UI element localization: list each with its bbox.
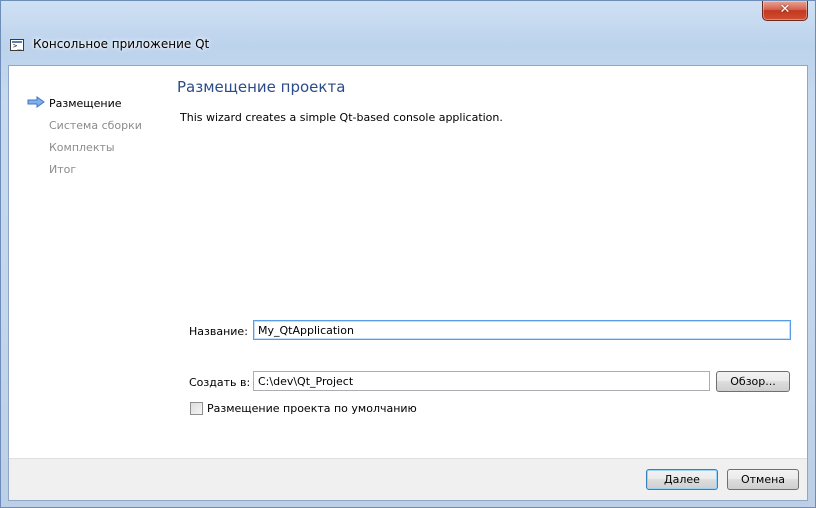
close-icon: ✕ <box>779 2 791 17</box>
page-description: This wizard creates a simple Qt-based co… <box>180 111 503 124</box>
step-location: Размещение <box>49 97 122 110</box>
wizard-steps: Размещение Система сборки Комплекты Итог <box>9 66 169 462</box>
name-input[interactable] <box>253 320 791 340</box>
next-button[interactable]: Далее <box>646 469 718 490</box>
step-build-system: Система сборки <box>49 119 142 132</box>
default-location-label[interactable]: Размещение проекта по умолчанию <box>207 402 417 415</box>
close-button[interactable]: ✕ <box>762 1 808 21</box>
window-title: Консольное приложение Qt <box>33 37 210 51</box>
title-bar[interactable]: >_ Консольное приложение Qt ✕ <box>1 1 815 65</box>
wizard-content: Размещение Система сборки Комплекты Итог… <box>8 65 808 501</box>
name-label: Название: <box>189 325 248 338</box>
cancel-button[interactable]: Отмена <box>727 469 799 490</box>
arrow-right-icon <box>27 96 45 108</box>
step-summary: Итог <box>49 163 77 176</box>
browse-button[interactable]: Обзор... <box>716 371 790 392</box>
step-kits: Комплекты <box>49 141 115 154</box>
default-location-checkbox[interactable] <box>190 402 203 415</box>
wizard-window: >_ Консольное приложение Qt ✕ Размещение… <box>0 0 816 508</box>
console-app-icon: >_ <box>10 39 24 51</box>
create-in-label: Создать в: <box>189 376 251 389</box>
create-in-input[interactable] <box>253 371 710 391</box>
button-bar: Далее Отмена <box>9 458 807 500</box>
page-title: Размещение проекта <box>177 78 346 96</box>
